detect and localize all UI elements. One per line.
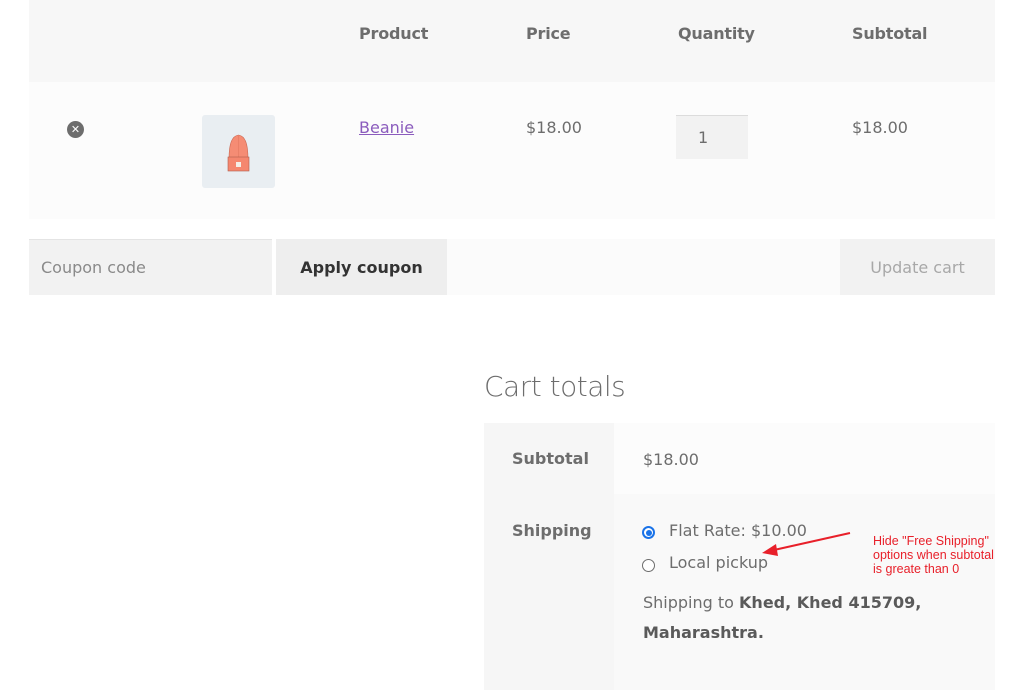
update-cart-button[interactable]: Update cart	[840, 239, 995, 295]
cart-item-row: ✕ Beanie $18.00 $18.00	[29, 82, 995, 219]
annotation-line: is greate than 0	[873, 562, 960, 576]
quantity-input[interactable]	[676, 115, 748, 159]
header-price: Price	[526, 24, 571, 43]
cart-totals-title: Cart totals	[484, 370, 626, 403]
shipping-row: Flat Rate: $10.00 Local pickup Shipping …	[614, 494, 995, 690]
shipping-label: Shipping	[512, 521, 592, 540]
cart-table: Product Price Quantity Subtotal ✕ Beanie…	[29, 0, 995, 219]
shipping-to-suffix: .	[757, 623, 764, 642]
header-subtotal: Subtotal	[852, 24, 928, 43]
annotation-arrow-icon	[762, 532, 851, 556]
subtotal-value: $18.00	[643, 450, 699, 469]
shipping-destination: Shipping to Khed, Khed 415709, Maharasht…	[643, 588, 973, 648]
shipping-radio-flat-rate[interactable]	[642, 526, 655, 539]
beanie-icon	[227, 134, 250, 172]
product-link-beanie[interactable]: Beanie	[359, 118, 414, 137]
apply-coupon-button[interactable]: Apply coupon	[276, 239, 447, 295]
annotation-line: options when subtotal	[873, 548, 994, 562]
item-subtotal: $18.00	[852, 118, 908, 137]
subtotal-label: Subtotal	[512, 449, 589, 468]
coupon-code-input[interactable]	[29, 239, 272, 295]
shipping-to-prefix: Shipping to	[643, 593, 740, 612]
header-quantity: Quantity	[678, 24, 755, 43]
item-price: $18.00	[526, 118, 582, 137]
header-product: Product	[359, 24, 429, 43]
product-thumbnail[interactable]	[202, 115, 275, 188]
annotation-line: Hide "Free Shipping"	[873, 534, 989, 548]
annotation-note: Hide "Free Shipping" options when subtot…	[873, 534, 994, 576]
shipping-radio-local-pickup[interactable]	[642, 559, 655, 572]
remove-item-icon[interactable]: ✕	[67, 121, 84, 138]
actions-row-background	[447, 239, 840, 295]
cart-table-header: Product Price Quantity Subtotal	[29, 0, 995, 82]
